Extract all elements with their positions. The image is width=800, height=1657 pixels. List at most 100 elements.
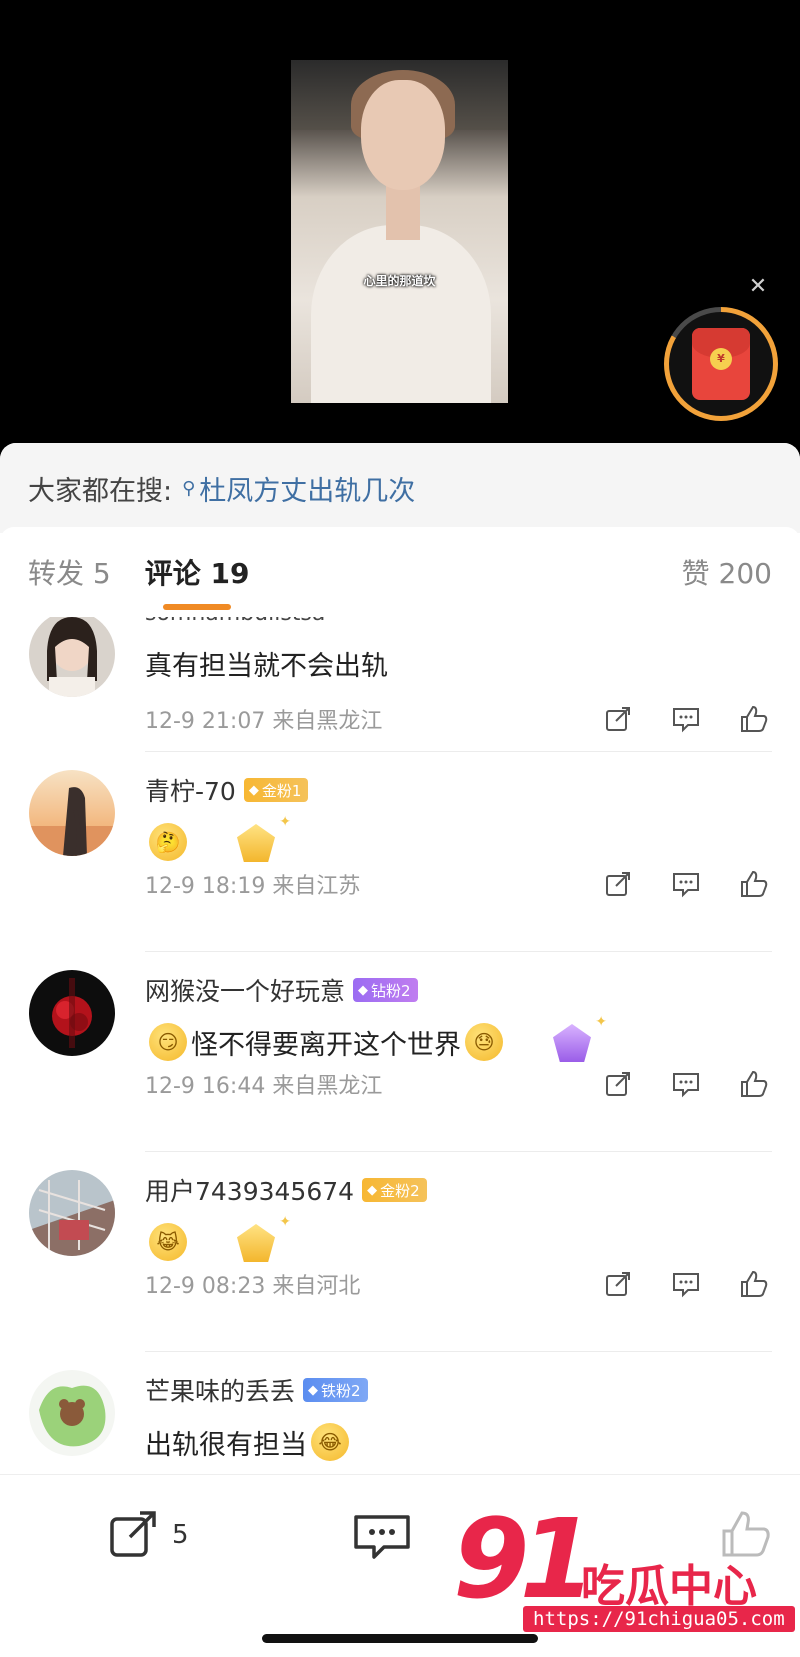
comment-actions — [568, 866, 772, 902]
tab-comments[interactable]: 评论 19 — [144, 552, 250, 610]
comment-meta: 12-9 18:19 来自江苏 — [145, 864, 772, 904]
comment-user-row: 青柠-70 ◆ 金粉1 — [145, 772, 772, 808]
watermark-url: https://91chigua05.com — [523, 1606, 795, 1632]
comment-username[interactable]: 青柠-70 — [145, 772, 236, 808]
share-icon[interactable] — [600, 866, 636, 902]
comment-meta: 12-9 16:44 来自黑龙江 — [145, 1064, 772, 1104]
share-icon[interactable] — [600, 1066, 636, 1102]
avatar[interactable] — [29, 1170, 115, 1256]
repost-icon — [110, 1511, 156, 1557]
comment-username[interactable]: somnambulistsa — [145, 617, 772, 629]
sparkle-icon: ✦ — [595, 1014, 607, 1030]
comment-item: 青柠-70 ◆ 金粉1 🤔 ✦ 12-9 18:19 来自江苏 — [0, 752, 800, 952]
comment-list: somnambulistsa 真有担当就不会出轨 12-9 21:07 来自黑龙… — [0, 617, 800, 1467]
comment-actions — [568, 1266, 772, 1302]
comment-user-row: 网猴没一个好玩意 ◆ 钻粉2 — [145, 972, 772, 1008]
comment-body: 芒果味的丢丢 ◆ 铁粉2 出轨很有担当 😂 — [145, 1372, 772, 1466]
sparkle-icon: ✦ — [279, 1214, 291, 1230]
share-icon[interactable] — [600, 1266, 636, 1302]
redpacket-coin: ¥ — [710, 348, 732, 370]
sparkle-icon: ✦ — [279, 814, 291, 830]
comment-item: 用户7439345674 ◆ 金粉2 😹 ✦ 12-9 08:23 来自河北 — [0, 1152, 800, 1352]
comment-time-location: 12-9 08:23 来自河北 — [145, 1274, 361, 1299]
diamond-badge-sticker-icon: ✦ — [541, 1014, 607, 1066]
hot-search-bar: 大家都在搜: ⚲ 杜凤方丈出轨几次 — [0, 443, 800, 533]
reply-icon[interactable] — [668, 1266, 704, 1302]
hot-search-link[interactable]: ⚲ 杜凤方丈出轨几次 — [182, 469, 415, 508]
comment-button[interactable] — [352, 1509, 412, 1561]
reply-icon[interactable] — [668, 1066, 704, 1102]
sweat-emoji-icon: 😓 — [465, 1023, 503, 1061]
comment-time-location: 12-9 16:44 来自黑龙江 — [145, 1074, 383, 1099]
comment-username[interactable]: 芒果味的丢丢 — [145, 1372, 295, 1408]
site-watermark-logo: 91 吃瓜中心 https://91chigua05.com — [453, 1504, 795, 1640]
redpacket-icon: ¥ — [692, 328, 750, 400]
repost-button[interactable]: 5 — [108, 1509, 189, 1561]
comment-username[interactable]: 网猴没一个好玩意 — [145, 972, 345, 1008]
video-caption: 心里的那道坎 — [363, 274, 436, 288]
badge-gem-icon: ◆ — [308, 1382, 319, 1398]
fan-badge[interactable]: ◆ 金粉2 — [362, 1178, 427, 1202]
avatar[interactable] — [29, 970, 115, 1056]
fan-badge[interactable]: ◆ 铁粉2 — [303, 1378, 368, 1402]
fan-badge[interactable]: ◆ 金粉1 — [243, 778, 309, 802]
share-icon[interactable] — [600, 701, 636, 737]
gold-badge-sticker-icon: ✦ — [225, 1214, 291, 1266]
smirk-emoji-icon: 😏 — [149, 1023, 187, 1061]
reply-icon[interactable] — [668, 866, 704, 902]
sticker-shape — [237, 824, 275, 862]
like-icon[interactable] — [736, 701, 772, 737]
watermark-number: 91 — [453, 1495, 596, 1623]
close-icon[interactable]: ✕ — [746, 275, 770, 299]
comment-user-row: 用户7439345674 ◆ 金粉2 — [145, 1172, 772, 1208]
search-icon: ⚲ — [182, 477, 196, 499]
reply-icon[interactable] — [668, 701, 704, 737]
comment-body: 网猴没一个好玩意 ◆ 钻粉2 😏 怪不得要离开这个世界 😓 ✦ — [145, 972, 772, 1066]
comment-text: 出轨很有担当 😂 — [145, 1418, 772, 1466]
like-icon[interactable] — [736, 866, 772, 902]
badge-gem-icon: ◆ — [358, 982, 369, 998]
tab-likes[interactable]: 赞 200 — [682, 552, 772, 592]
comment-text: 😏 怪不得要离开这个世界 😓 ✦ — [145, 1014, 772, 1066]
thinking-emoji-icon: 🤔 — [149, 823, 187, 861]
fan-badge-label: 金粉2 — [380, 1181, 420, 1200]
comment-actions — [568, 701, 772, 737]
badge-gem-icon: ◆ — [367, 1182, 378, 1198]
comment-item: somnambulistsa 真有担当就不会出轨 12-9 21:07 来自黑龙… — [0, 617, 800, 752]
comment-actions — [568, 1066, 772, 1102]
like-icon[interactable] — [736, 1266, 772, 1302]
video-area: 心里的那道坎 ✕ ¥ — [0, 0, 800, 455]
tab-comments-label: 评论 19 — [144, 557, 250, 590]
badge-gem-icon: ◆ — [248, 782, 259, 798]
laugh-cry-emoji-icon: 😂 — [311, 1423, 349, 1461]
redpacket-inner: ¥ — [669, 312, 773, 416]
redpacket-timer[interactable]: ¥ — [664, 307, 778, 421]
avatar[interactable] — [29, 770, 115, 856]
tab-active-indicator — [162, 604, 232, 610]
tab-bar: 转发 5 评论 19 赞 200 — [0, 527, 800, 617]
comment-text: 真有担当就不会出轨 — [145, 639, 772, 687]
fan-badge[interactable]: ◆ 钻粉2 — [353, 978, 418, 1002]
repost-count: 5 — [172, 1520, 189, 1550]
comment-body: 青柠-70 ◆ 金粉1 🤔 ✦ — [145, 772, 772, 866]
comment-item: 网猴没一个好玩意 ◆ 钻粉2 😏 怪不得要离开这个世界 😓 ✦ 12-9 16:4… — [0, 952, 800, 1152]
avatar[interactable] — [29, 1370, 115, 1456]
tab-repost[interactable]: 转发 5 — [28, 552, 111, 592]
avatar[interactable] — [29, 617, 115, 697]
comment-text-content: 怪不得要离开这个世界 — [191, 1029, 461, 1061]
comment-item: 芒果味的丢丢 ◆ 铁粉2 出轨很有担当 😂 — [0, 1352, 800, 1467]
comment-body: somnambulistsa 真有担当就不会出轨 — [145, 617, 772, 687]
comment-text: 😹 ✦ — [145, 1214, 772, 1266]
comment-time-location: 12-9 21:07 来自黑龙江 — [145, 709, 383, 734]
fan-badge-label: 铁粉2 — [321, 1381, 361, 1400]
hot-search-label: 大家都在搜: — [28, 475, 173, 507]
comment-body: 用户7439345674 ◆ 金粉2 😹 ✦ — [145, 1172, 772, 1266]
comment-username[interactable]: 用户7439345674 — [145, 1172, 354, 1208]
video-thumbnail[interactable]: 心里的那道坎 — [291, 60, 508, 403]
hot-search-query: 杜凤方丈出轨几次 — [199, 475, 416, 507]
comment-meta: 12-9 21:07 来自黑龙江 — [145, 699, 772, 739]
comment-meta: 12-9 08:23 来自河北 — [145, 1264, 772, 1304]
like-icon[interactable] — [736, 1066, 772, 1102]
thumb-figure-body — [311, 225, 491, 403]
comment-text-content: 真有担当就不会出轨 — [145, 650, 388, 682]
